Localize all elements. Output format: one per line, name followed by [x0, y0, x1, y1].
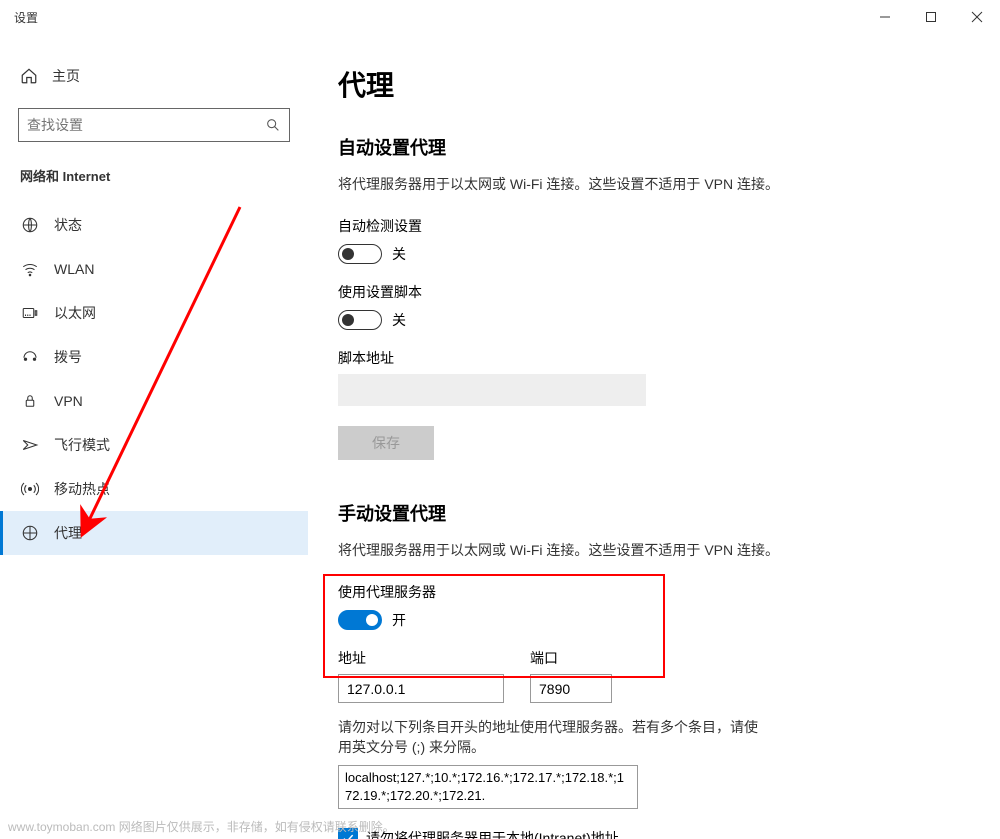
sidebar: 主页 网络和 Internet 状态 WLAN 以太网 拨号 VPN	[0, 34, 308, 839]
home-icon	[20, 67, 38, 85]
save-button: 保存	[338, 426, 434, 460]
search-input[interactable]	[27, 117, 265, 133]
script-addr-label: 脚本地址	[338, 348, 970, 368]
search-icon	[265, 117, 281, 133]
sidebar-item-label: VPN	[54, 393, 83, 409]
auto-section-title: 自动设置代理	[338, 134, 970, 160]
proxy-icon	[20, 523, 40, 543]
home-link[interactable]: 主页	[0, 58, 308, 94]
ethernet-icon	[20, 303, 40, 323]
use-script-label: 使用设置脚本	[338, 282, 970, 302]
auto-detect-label: 自动检测设置	[338, 216, 970, 236]
sidebar-item-label: 移动热点	[54, 479, 110, 499]
sidebar-item-wlan[interactable]: WLAN	[0, 247, 308, 291]
globe-icon	[20, 215, 40, 235]
sidebar-item-hotspot[interactable]: 移动热点	[0, 467, 308, 511]
use-proxy-label: 使用代理服务器	[338, 582, 970, 602]
page-title: 代理	[338, 64, 970, 104]
address-label: 地址	[338, 648, 504, 668]
sidebar-item-label: WLAN	[54, 261, 94, 277]
exceptions-hint: 请勿对以下列条目开头的地址使用代理服务器。若有多个条目，请使用英文分号 (;) …	[338, 717, 758, 757]
use-script-state: 关	[392, 310, 406, 330]
script-addr-input	[338, 374, 646, 406]
vpn-icon	[20, 391, 40, 411]
sidebar-item-label: 以太网	[54, 303, 96, 323]
main-content: 代理 自动设置代理 将代理服务器用于以太网或 Wi-Fi 连接。这些设置不适用于…	[308, 34, 1000, 839]
bypass-local-label: 请勿将代理服务器用于本地(Intranet)地址	[366, 828, 619, 839]
sidebar-item-dialup[interactable]: 拨号	[0, 335, 308, 379]
maximize-button[interactable]	[908, 0, 954, 34]
sidebar-item-label: 拨号	[54, 347, 82, 367]
auto-section-desc: 将代理服务器用于以太网或 Wi-Fi 连接。这些设置不适用于 VPN 连接。	[338, 174, 970, 194]
sidebar-item-status[interactable]: 状态	[0, 203, 308, 247]
auto-detect-state: 关	[392, 244, 406, 264]
sidebar-item-vpn[interactable]: VPN	[0, 379, 308, 423]
close-button[interactable]	[954, 0, 1000, 34]
airplane-icon	[20, 435, 40, 455]
window-title: 设置	[14, 9, 38, 26]
window-controls	[862, 0, 1000, 34]
port-label: 端口	[530, 648, 612, 668]
watermark: www.toymoban.com 网络图片仅供展示，非存储，如有侵权请联系删除。	[8, 818, 395, 835]
sidebar-item-proxy[interactable]: 代理	[0, 511, 308, 555]
sidebar-item-ethernet[interactable]: 以太网	[0, 291, 308, 335]
minimize-button[interactable]	[862, 0, 908, 34]
sidebar-item-label: 飞行模式	[54, 435, 110, 455]
use-script-toggle[interactable]	[338, 310, 382, 330]
sidebar-item-label: 代理	[54, 523, 82, 543]
category-header: 网络和 Internet	[0, 160, 308, 203]
port-input[interactable]	[530, 674, 612, 703]
auto-detect-toggle[interactable]	[338, 244, 382, 264]
sidebar-item-label: 状态	[54, 215, 82, 235]
sidebar-item-airplane[interactable]: 飞行模式	[0, 423, 308, 467]
dialup-icon	[20, 347, 40, 367]
manual-section-desc: 将代理服务器用于以太网或 Wi-Fi 连接。这些设置不适用于 VPN 连接。	[338, 540, 970, 560]
home-label: 主页	[52, 66, 80, 86]
search-box[interactable]	[18, 108, 290, 142]
hotspot-icon	[20, 479, 40, 499]
title-bar: 设置	[0, 0, 1000, 34]
use-proxy-toggle[interactable]	[338, 610, 382, 630]
manual-section-title: 手动设置代理	[338, 500, 970, 526]
wifi-icon	[20, 259, 40, 279]
use-proxy-state: 开	[392, 610, 406, 630]
exceptions-input[interactable]: localhost;127.*;10.*;172.16.*;172.17.*;1…	[338, 765, 638, 809]
address-input[interactable]	[338, 674, 504, 703]
